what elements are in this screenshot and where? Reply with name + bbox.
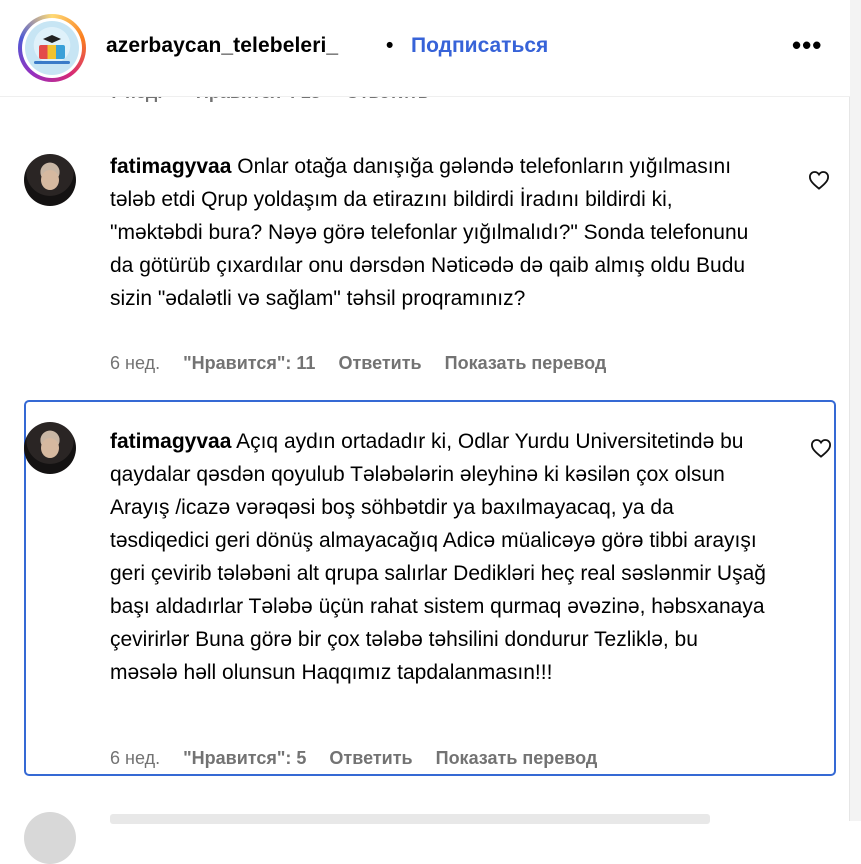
comment-content: fatimagyvaa Açıq aydın ortadadır ki, Odl… xyxy=(110,425,770,689)
comment-time: 6 нед. xyxy=(110,353,161,373)
partial-comment-text xyxy=(110,814,710,824)
comment-time: 6 нед. xyxy=(110,748,161,768)
follow-button[interactable]: Подписаться xyxy=(411,34,548,58)
separator-dot: • xyxy=(386,34,394,57)
reply-link[interactable]: Ответить xyxy=(338,353,421,373)
comment-content: fatimagyvaa Onlar otağa danışığa gələndə… xyxy=(110,150,770,315)
commenter-avatar[interactable] xyxy=(24,812,76,864)
scrollbar[interactable] xyxy=(849,0,861,821)
like-count[interactable]: "Нравится": 5 xyxy=(183,748,306,768)
reply-link[interactable]: Ответить xyxy=(329,748,412,768)
comment-meta: 6 нед. "Нравится": 5 Ответить Показать п… xyxy=(110,748,615,769)
translate-link[interactable]: Показать перевод xyxy=(445,353,607,373)
heart-icon[interactable] xyxy=(808,170,830,190)
comment-text: Onlar otağa danışığa gələndə telefonları… xyxy=(110,155,749,310)
commenter-avatar[interactable] xyxy=(24,422,76,474)
commenter-avatar[interactable] xyxy=(24,154,76,206)
commenter-username[interactable]: fatimagyvaa xyxy=(110,430,231,453)
heart-icon[interactable] xyxy=(810,438,832,458)
comment-item-selected: fatimagyvaa Açıq aydın ortadadır ki, Odl… xyxy=(24,400,836,776)
comment-item: fatimagyvaa Onlar otağa danışığa gələndə… xyxy=(24,150,832,390)
graduation-cap-icon xyxy=(43,35,61,43)
translate-link[interactable]: Показать перевод xyxy=(436,748,598,768)
comment-meta: 6 нед. "Нравится": 11 Ответить Показать … xyxy=(110,353,624,374)
commenter-username[interactable]: fatimagyvaa xyxy=(110,155,231,178)
like-count[interactable]: "Нравится": 11 xyxy=(183,353,315,373)
books-icon xyxy=(39,45,65,59)
post-header: azerbaycan_telebeleri_ • Подписаться ••• xyxy=(0,0,850,97)
account-avatar[interactable] xyxy=(18,14,86,82)
account-username[interactable]: azerbaycan_telebeleri_ xyxy=(106,34,338,58)
comment-text: Açıq aydın ortadadır ki, Odlar Yurdu Uni… xyxy=(110,430,766,684)
more-options-icon[interactable]: ••• xyxy=(792,30,822,61)
